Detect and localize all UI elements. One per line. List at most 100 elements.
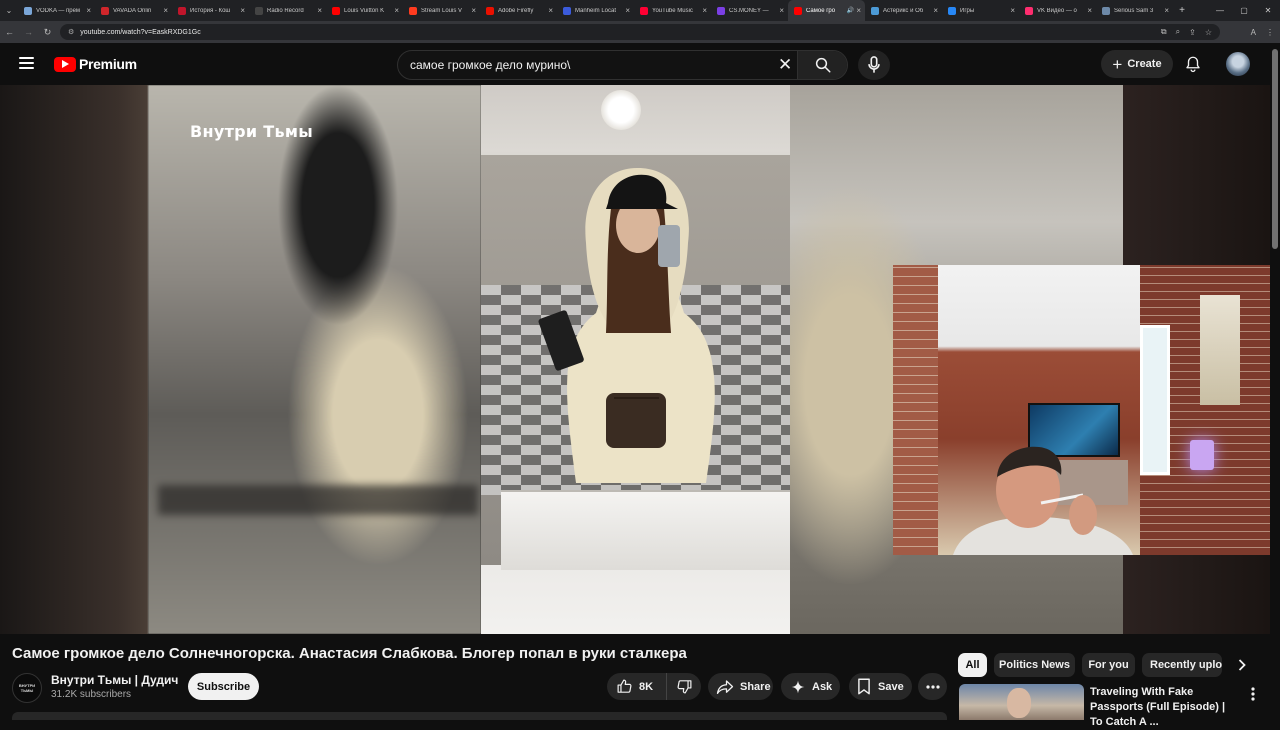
- browser-tab[interactable]: Serious Sam 3 ×: [1096, 0, 1173, 21]
- sink-counter: [501, 490, 790, 570]
- tab-audio-icon[interactable]: 🔊: [847, 7, 854, 14]
- tab-close-icon[interactable]: ×: [702, 6, 707, 15]
- browser-tab[interactable]: CS.MONEY — ×: [711, 0, 788, 21]
- tab-close-icon[interactable]: ×: [394, 6, 399, 15]
- tab-favicon-icon: [871, 6, 879, 15]
- browser-tab[interactable]: YouTube Music ×: [634, 0, 711, 21]
- site-info-icon[interactable]: ⚙: [68, 28, 74, 36]
- wall-poster: [1200, 295, 1240, 405]
- tab-close-icon[interactable]: ×: [779, 6, 784, 15]
- browser-tab[interactable]: Stream Louis V ×: [403, 0, 480, 21]
- browser-tab[interactable]: Астерикс и Об ×: [865, 0, 942, 21]
- save-button[interactable]: Save: [849, 673, 912, 700]
- chip-all[interactable]: All: [958, 653, 987, 677]
- zoom-icon[interactable]: ⌕: [1176, 27, 1180, 37]
- page-scrollbar[interactable]: [1270, 43, 1280, 720]
- omnibox[interactable]: ⚙ youtube.com/watch?v=EaskRXDG1Gc ⧉ ⌕ ⇪ …: [60, 24, 1220, 40]
- tab-close-icon[interactable]: ×: [1087, 6, 1092, 15]
- room-window: [1140, 325, 1170, 475]
- tab-close-icon[interactable]: ×: [86, 6, 91, 15]
- share-button[interactable]: Share: [708, 673, 773, 700]
- voice-search-button[interactable]: [858, 50, 890, 80]
- share-page-icon[interactable]: ⇪: [1189, 28, 1196, 37]
- search-input[interactable]: [398, 58, 758, 72]
- video-player[interactable]: Внутри Тьмы: [0, 85, 1270, 634]
- description-box-edge[interactable]: [12, 712, 947, 720]
- ceiling-lamp: [601, 90, 641, 130]
- brick-wall-left: [893, 265, 938, 555]
- video-overlay-title: Внутри Тьмы: [190, 122, 314, 141]
- minimize-icon[interactable]: —: [1208, 0, 1232, 21]
- tab-close-icon[interactable]: ×: [317, 6, 322, 15]
- tab-close-icon[interactable]: ×: [240, 6, 245, 15]
- like-button[interactable]: 8K: [607, 673, 667, 700]
- notifications-bell-icon[interactable]: [1184, 55, 1202, 73]
- scrollbar-thumb[interactable]: [1272, 49, 1278, 249]
- browser-tab[interactable]: Adobe Firefly ×: [480, 0, 557, 21]
- bookmark-star-icon[interactable]: ☆: [1205, 28, 1212, 37]
- chip-recently-uploaded[interactable]: Recently uploa: [1142, 653, 1222, 677]
- tab-favicon-icon: [948, 6, 956, 15]
- dislike-button[interactable]: [667, 673, 701, 700]
- toolbar-right: A ⋮: [1251, 21, 1274, 43]
- account-avatar[interactable]: [1226, 52, 1250, 76]
- browser-tab[interactable]: Louis Vuitton K ×: [326, 0, 403, 21]
- like-dislike-group: 8K: [607, 673, 701, 700]
- tab-close-icon[interactable]: ×: [933, 6, 938, 15]
- tab-close-icon[interactable]: ×: [856, 6, 861, 15]
- channel-name[interactable]: Внутри Тьмы | Дудич: [51, 673, 178, 687]
- tab-search-chevron-icon[interactable]: ⌄: [0, 0, 18, 21]
- tab-title: YouTube Music: [652, 7, 693, 14]
- close-window-icon[interactable]: ✕: [1256, 0, 1280, 21]
- tab-title: Louis Vuitton K: [344, 7, 385, 14]
- tab-close-icon[interactable]: ×: [163, 6, 168, 15]
- subscribe-button[interactable]: Subscribe: [188, 673, 259, 700]
- tab-close-icon[interactable]: ×: [1164, 6, 1169, 15]
- woman-figure: [538, 168, 715, 483]
- maximize-icon[interactable]: ▢: [1232, 0, 1256, 21]
- reload-icon[interactable]: ↻: [38, 27, 57, 38]
- chip-for-you[interactable]: For you: [1082, 653, 1135, 677]
- forward-icon[interactable]: →: [19, 27, 38, 37]
- browser-tab[interactable]: Radio Record ×: [249, 0, 326, 21]
- recommended-video-thumbnail[interactable]: [959, 684, 1084, 720]
- tab-close-icon[interactable]: ×: [471, 6, 476, 15]
- browser-tab[interactable]: Manheim Locat ×: [557, 0, 634, 21]
- tab-title: Manheim Locat: [575, 7, 617, 14]
- sparkle-icon: [791, 680, 805, 693]
- browser-tab-strip: ⌄ VODKA — прем × VAVADA Onlin × История - Ко…: [0, 0, 1280, 21]
- browser-tab[interactable]: VODKA — прем ×: [18, 0, 95, 21]
- tab-close-icon[interactable]: ×: [1010, 6, 1015, 15]
- more-actions-button[interactable]: [918, 673, 947, 700]
- channel-avatar[interactable]: ВНУТРИ ТЬМЫ: [12, 673, 42, 703]
- search-icon: [815, 57, 830, 73]
- youtube-premium-logo[interactable]: Premium: [54, 56, 137, 72]
- search-button[interactable]: [797, 51, 847, 79]
- tab-close-icon[interactable]: ×: [548, 6, 553, 15]
- browser-tab[interactable]: История - Кош ×: [172, 0, 249, 21]
- new-tab-button[interactable]: +: [1173, 5, 1191, 16]
- back-icon[interactable]: ←: [0, 27, 19, 37]
- install-app-icon[interactable]: ⧉: [1161, 27, 1167, 37]
- browser-tab[interactable]: VK Видео — о ×: [1019, 0, 1096, 21]
- webcam-overlay: [893, 265, 1270, 555]
- ask-button[interactable]: Ask: [781, 673, 840, 700]
- tab-close-icon[interactable]: ×: [625, 6, 630, 15]
- chip-politics-news[interactable]: Politics News: [994, 653, 1075, 677]
- tab-favicon-icon: [1025, 6, 1033, 15]
- browser-tab[interactable]: VAVADA Onlin ×: [95, 0, 172, 21]
- chips-next-button[interactable]: [1232, 655, 1252, 675]
- save-label: Save: [878, 680, 904, 693]
- guide-menu-icon[interactable]: [19, 57, 34, 69]
- clear-search-icon[interactable]: ✕: [778, 56, 792, 74]
- browser-tab[interactable]: Игры ×: [942, 0, 1019, 21]
- create-button[interactable]: + Create: [1101, 50, 1173, 78]
- video-title: Самое громкое дело Солнечногорска. Анаст…: [12, 645, 687, 662]
- subscriber-count: 31.2K subscribers: [51, 689, 132, 700]
- recommended-video-title[interactable]: Traveling With Fake Passports (Full Epis…: [1090, 685, 1240, 730]
- url-text[interactable]: youtube.com/watch?v=EaskRXDG1Gc: [80, 29, 200, 36]
- browser-menu-icon[interactable]: ⋮: [1266, 28, 1274, 37]
- extension-icon[interactable]: A: [1251, 28, 1256, 37]
- recommended-video-menu-button[interactable]: [1246, 686, 1260, 702]
- browser-tab-active[interactable]: Самое гро 🔊 ×: [788, 0, 865, 21]
